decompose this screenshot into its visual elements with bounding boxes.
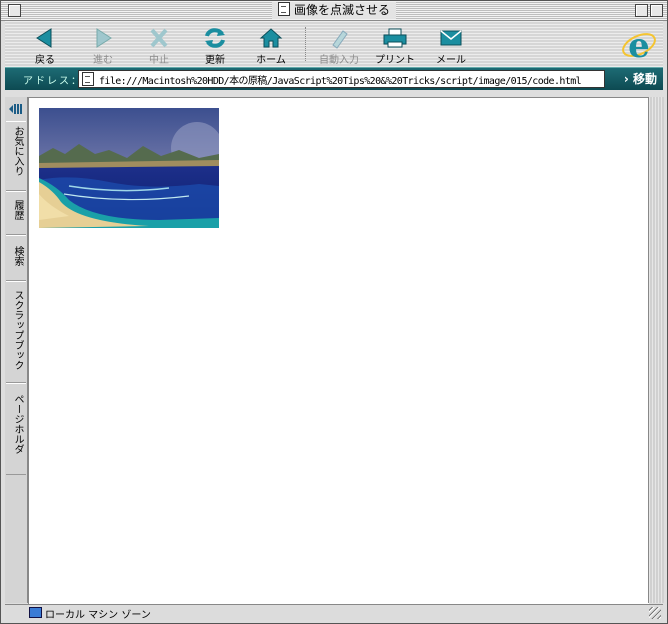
back-arrow-icon — [36, 28, 52, 48]
explorer-toggle-icon[interactable] — [8, 103, 24, 115]
back-button[interactable]: 戻る — [15, 24, 75, 66]
print-icon — [383, 28, 407, 48]
page-content — [28, 97, 649, 604]
tab-search[interactable]: 検索 — [6, 235, 26, 281]
home-label: ホーム — [256, 55, 286, 66]
stop-button[interactable]: 中止 — [129, 24, 189, 66]
address-input[interactable]: file:///Macintosh%20HDD/本の原稿/JavaScript%… — [78, 70, 605, 88]
back-label: 戻る — [35, 55, 55, 66]
tab-favorites[interactable]: お気に入り — [6, 121, 26, 191]
stop-icon — [150, 28, 168, 48]
resize-grip[interactable] — [649, 607, 661, 619]
window-title-wrap: 画像を点滅させる — [271, 2, 396, 19]
refresh-icon — [205, 28, 225, 48]
print-label: プリント — [375, 55, 415, 66]
tab-page-holder[interactable]: ページホルダ — [6, 383, 26, 475]
tab-scrapbook-label: スクラップブック — [12, 290, 23, 370]
window-title: 画像を点滅させる — [293, 3, 390, 17]
address-bar: アドレス： file:///Macintosh%20HDD/本の原稿/JavaS… — [5, 67, 663, 90]
title-bar[interactable]: 画像を点滅させる — [1, 1, 667, 21]
autofill-label: 自動入力 — [319, 55, 359, 66]
security-zone-text: ローカル マシン ゾーン — [45, 610, 151, 621]
stop-label: 中止 — [149, 55, 169, 66]
toolbar: 戻る 進む 中止 更新 ホーム 自動入力 プリント メール e — [5, 21, 663, 67]
autofill-button[interactable]: 自動入力 — [309, 24, 369, 66]
local-zone-icon — [29, 607, 42, 618]
forward-label: 進む — [93, 55, 113, 66]
page-icon — [82, 72, 94, 86]
address-label: アドレス： — [23, 76, 83, 87]
mail-button[interactable]: メール — [421, 24, 481, 66]
print-button[interactable]: プリント — [365, 24, 425, 66]
refresh-button[interactable]: 更新 — [185, 24, 245, 66]
forward-arrow-icon — [96, 28, 112, 48]
autofill-icon — [332, 30, 348, 49]
forward-button[interactable]: 進む — [73, 24, 133, 66]
tab-history[interactable]: 履歴 — [6, 191, 26, 235]
mail-label: メール — [436, 55, 466, 66]
tab-search-label: 検索 — [12, 246, 23, 266]
mail-icon — [440, 30, 462, 46]
home-button[interactable]: ホーム — [241, 24, 301, 66]
go-label: 移動 — [632, 72, 657, 86]
home-icon — [259, 28, 283, 48]
beach-landscape-image — [39, 108, 219, 228]
ie-logo-icon[interactable]: e — [621, 25, 657, 63]
address-url: file:///Macintosh%20HDD/本の原稿/JavaScript%… — [99, 76, 582, 87]
browser-window: 画像を点滅させる 戻る 進む 中止 更新 ホーム 自動入力 プリント メール e… — [0, 0, 668, 624]
collapse-box[interactable] — [650, 4, 663, 17]
tab-history-label: 履歴 — [12, 200, 23, 220]
vertical-scrollbar[interactable] — [648, 97, 664, 603]
toolbar-separator — [305, 27, 306, 61]
refresh-label: 更新 — [205, 55, 225, 66]
tab-page-holder-label: ページホルダ — [12, 394, 23, 454]
status-bar: ローカル マシン ゾーン — [5, 604, 663, 621]
zoom-box[interactable] — [635, 4, 648, 17]
go-button[interactable]: › 移動 — [624, 70, 657, 87]
explorer-bar: お気に入り 履歴 検索 スクラップブック ページホルダ — [5, 97, 28, 603]
svg-text:e: e — [628, 26, 650, 63]
go-arrow-icon: › — [623, 72, 629, 86]
document-icon — [277, 2, 290, 16]
tab-scrapbook[interactable]: スクラップブック — [6, 281, 26, 383]
tab-favorites-label: お気に入り — [12, 126, 23, 176]
